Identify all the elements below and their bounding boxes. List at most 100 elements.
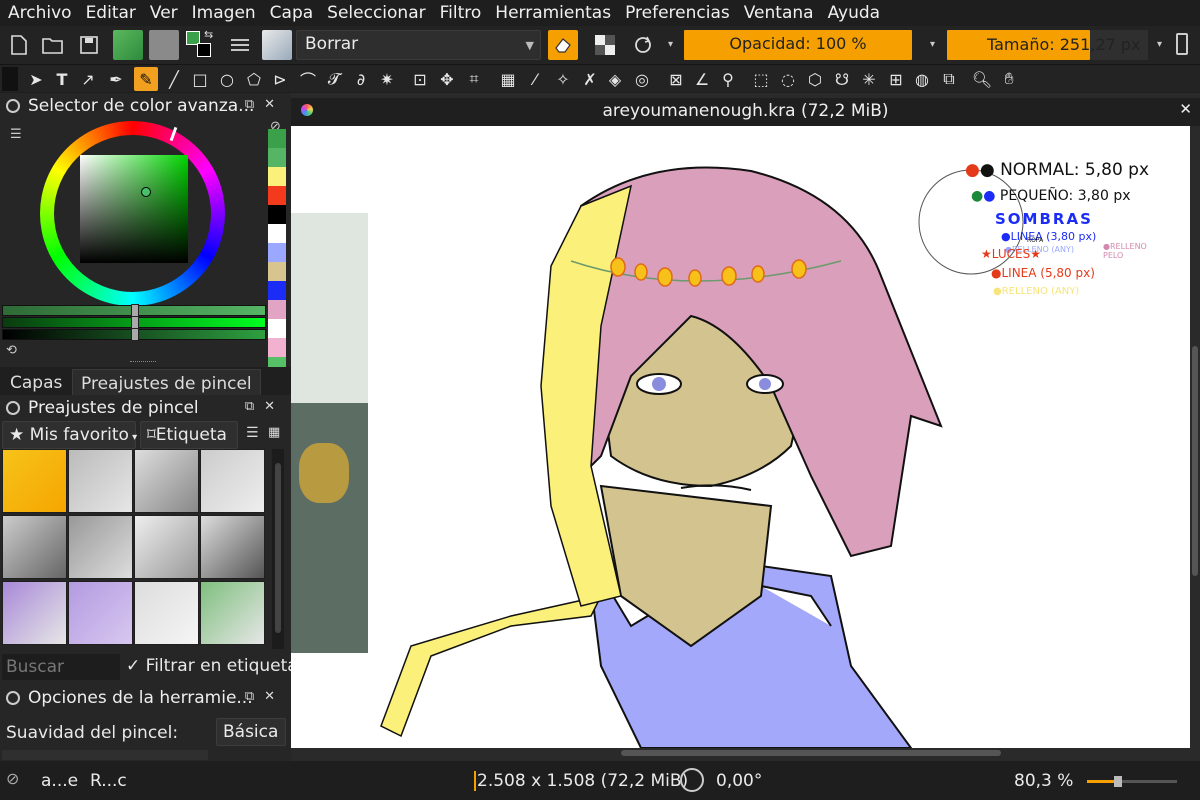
contiguous-select-icon[interactable]: ✳	[857, 67, 881, 91]
window-controls-icon[interactable]: ⧉✕	[245, 689, 285, 704]
smart-patch-icon[interactable]: ✧	[551, 67, 575, 91]
polyline-tool-icon[interactable]: ⊳	[268, 67, 292, 91]
drawing-canvas[interactable]: ●● NORMAL: 5,80 px ●● PEQUEÑO: 3,80 px S…	[291, 126, 1190, 748]
similar-select-icon[interactable]: ⊞	[884, 67, 908, 91]
open-folder-icon[interactable]	[38, 30, 68, 60]
menu-ayuda[interactable]: Ayuda	[820, 3, 887, 23]
line-tool-icon[interactable]: ╱	[162, 67, 186, 91]
color-picker-icon[interactable]: ⁄	[523, 67, 547, 91]
polygon-tool-icon[interactable]: ⬠	[242, 67, 266, 91]
bezier-select-icon[interactable]: ◍	[910, 67, 934, 91]
eraser-mode-icon[interactable]	[548, 30, 578, 60]
menu-icon[interactable]: ☰	[246, 425, 259, 441]
menu-seleccionar[interactable]: Seleccionar	[319, 3, 431, 23]
gradient-selector[interactable]	[113, 30, 143, 60]
enclose-fill-icon[interactable]: ◎	[630, 67, 654, 91]
brush-preset-thumbnail[interactable]	[134, 449, 199, 513]
move-tool-icon[interactable]: ✥	[435, 67, 459, 91]
filter-tag-checkbox[interactable]: ✓ Filtrar en etiqueta	[126, 656, 298, 676]
color-swatch[interactable]	[268, 300, 286, 319]
tag-filter-select[interactable]: ★ Mis favorito ▾	[2, 421, 137, 449]
vertical-scrollbar[interactable]	[1190, 126, 1200, 748]
color-swatch[interactable]	[268, 338, 286, 357]
menu-herramientas[interactable]: Herramientas	[487, 3, 617, 23]
colorize-mask-icon[interactable]: ✗	[578, 67, 602, 91]
tab-brush-presets[interactable]: Preajustes de pincel	[72, 369, 261, 397]
opacity-slider[interactable]: Opacidad: 100 %	[684, 30, 912, 60]
brush-preset-thumbnail[interactable]	[134, 515, 199, 579]
brush-preset-select[interactable]: Borrar ▼	[296, 30, 541, 60]
color-swatch[interactable]	[268, 148, 286, 167]
brush-preset-thumbnail[interactable]	[2, 515, 67, 579]
color-swatch[interactable]	[268, 243, 286, 262]
menu-filtro[interactable]: Filtro	[432, 3, 488, 23]
assistant-tool-icon[interactable]: ⊠	[664, 67, 688, 91]
color-swatch[interactable]	[268, 262, 286, 281]
brush-settings-icon[interactable]	[225, 30, 255, 60]
save-icon[interactable]	[74, 30, 104, 60]
color-swatch[interactable]	[268, 186, 286, 205]
brush-preset-thumbnail[interactable]	[68, 515, 133, 579]
menu-archivo[interactable]: Archivo	[0, 3, 78, 23]
tag-button[interactable]: ⌑Etiqueta	[140, 421, 238, 449]
multibrush-icon[interactable]: ✷	[375, 67, 399, 91]
color-swatch[interactable]	[268, 319, 286, 338]
color-swatch[interactable]	[268, 129, 286, 148]
select-shapes-icon[interactable]: ➤	[24, 67, 48, 91]
pattern-selector[interactable]	[149, 30, 179, 60]
reload-preset-icon[interactable]	[628, 30, 658, 60]
color-swatch[interactable]	[268, 167, 286, 186]
bezier-tool-icon[interactable]: ⌒	[296, 67, 320, 91]
color-slider-1[interactable]	[2, 304, 266, 317]
menu-preferencias[interactable]: Preferencias	[617, 3, 736, 23]
calligraphy-icon[interactable]: ✒	[104, 67, 128, 91]
measure-tool-icon[interactable]: ∠	[690, 67, 714, 91]
color-settings-icon[interactable]: ☰	[10, 127, 22, 142]
brush-preset-thumbnail[interactable]	[2, 581, 67, 645]
horizontal-scrollbar[interactable]	[291, 748, 1190, 758]
transform-tool-icon[interactable]: ⊡	[408, 67, 432, 91]
close-icon[interactable]: ✕	[1179, 100, 1192, 118]
color-swatch[interactable]	[268, 281, 286, 300]
color-slider-3[interactable]	[2, 328, 266, 341]
tool-options-scrollbar[interactable]	[2, 750, 208, 760]
panel-splitter[interactable]	[130, 361, 156, 363]
reference-tool-icon[interactable]: ⚲	[716, 67, 740, 91]
color-cursor[interactable]	[141, 187, 151, 197]
smoothing-select[interactable]: Básica	[216, 718, 286, 746]
window-controls-icon[interactable]: ⧉✕	[245, 97, 285, 112]
document-tab[interactable]: areyoumanenough.kra (72,2 MiB) ✕	[291, 98, 1200, 126]
rect-select-icon[interactable]: ⬚	[749, 67, 773, 91]
rectangle-tool-icon[interactable]: □	[188, 67, 212, 91]
polygon-select-icon[interactable]: ⬡	[803, 67, 827, 91]
color-slider-2[interactable]	[2, 316, 266, 329]
lock-icon[interactable]	[6, 691, 20, 705]
magnetic-select-icon[interactable]: ⧉	[937, 67, 961, 91]
zoom-slider[interactable]	[1087, 776, 1177, 787]
lock-icon[interactable]	[6, 401, 20, 415]
menu-imagen[interactable]: Imagen	[184, 3, 262, 23]
swap-colors-icon[interactable]: ⇆	[204, 28, 213, 41]
brush-preset-thumbnail[interactable]	[200, 515, 265, 579]
fill-tool-icon[interactable]: ◈	[603, 67, 627, 91]
brush-preset-thumbnail[interactable]	[262, 30, 292, 60]
menu-ver[interactable]: Ver	[142, 3, 184, 23]
ellipse-select-icon[interactable]: ◌	[776, 67, 800, 91]
brush-search-input[interactable]: Buscar	[2, 654, 120, 680]
rotation-dial-icon[interactable]	[680, 768, 704, 792]
color-swatch[interactable]	[268, 205, 286, 224]
refresh-icon[interactable]: ⟲	[6, 343, 17, 358]
fg-bg-colors[interactable]: ⇆	[185, 28, 219, 60]
brush-preset-thumbnail[interactable]	[200, 449, 265, 513]
freehand-brush-icon[interactable]: ✎	[134, 67, 158, 91]
grid-view-icon[interactable]: ▦	[268, 425, 280, 440]
freehand-select-icon[interactable]: ☋	[830, 67, 854, 91]
brush-preset-thumbnail[interactable]	[68, 581, 133, 645]
window-controls-icon[interactable]: ⧉✕	[245, 399, 285, 414]
menu-capa[interactable]: Capa	[262, 3, 320, 23]
ellipse-tool-icon[interactable]: ○	[215, 67, 239, 91]
gradient-tool-icon[interactable]: ▦	[496, 67, 520, 91]
freehand-path-icon[interactable]: 𝓣	[322, 67, 346, 91]
brush-preset-thumbnail[interactable]	[134, 581, 199, 645]
lock-icon[interactable]	[6, 99, 20, 113]
